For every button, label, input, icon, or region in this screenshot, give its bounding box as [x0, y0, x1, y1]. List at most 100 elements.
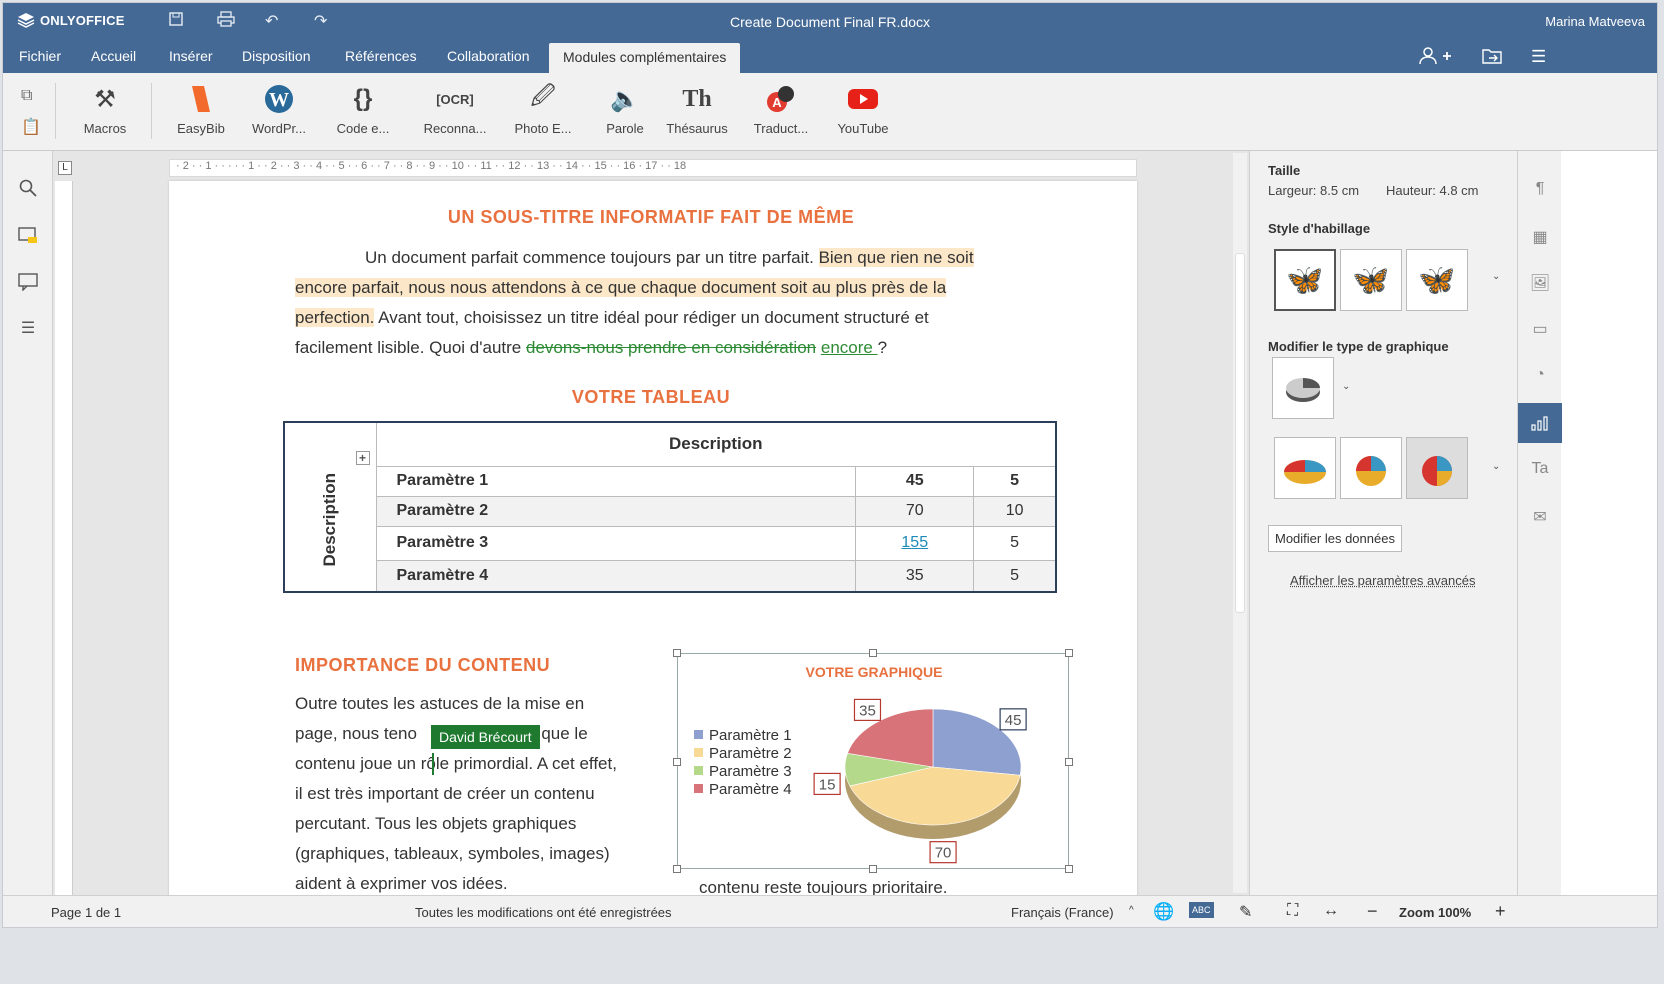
ocr-button[interactable]: [OCR] Reconna...	[415, 81, 495, 137]
advanced-settings-link[interactable]: Afficher les paramètres avancés	[1290, 573, 1475, 588]
page-counter[interactable]: Page 1 de 1	[51, 905, 121, 920]
photo-editor-button[interactable]: 🖉 Photo E...	[503, 81, 583, 137]
wordpress-button[interactable]: W WordPr...	[239, 81, 319, 136]
chevron-down-icon[interactable]: ⌄	[1492, 271, 1500, 282]
zoom-out-icon[interactable]: −	[1367, 901, 1378, 922]
globe-icon[interactable]: 🌐	[1153, 902, 1174, 922]
chart-object[interactable]: VOTRE GRAPHIQUE Paramètre 1 Paramètre 2 Pa…	[673, 649, 1073, 873]
table-cell[interactable]: Paramètre 2	[375, 495, 857, 527]
vertical-scrollbar[interactable]	[1233, 153, 1247, 893]
edit-data-button[interactable]: Modifier les données	[1268, 525, 1402, 552]
horizontal-ruler[interactable]: · 2 · · 1 · · · · · 1 · · 2 · · 3 · · 4 …	[169, 159, 1137, 177]
comments-icon[interactable]	[15, 223, 41, 249]
paste-icon[interactable]: 📋	[21, 117, 41, 137]
table-cell[interactable]: 70	[855, 495, 975, 527]
table-cell[interactable]: 10	[973, 495, 1057, 527]
copy-icon[interactable]: ⧉	[21, 87, 32, 105]
document-workspace[interactable]: L · 2 · · 1 · · · · · 1 · · 2 · · 3 · · …	[53, 151, 1249, 895]
toolbar-separator	[55, 83, 56, 139]
search-icon[interactable]	[15, 175, 41, 201]
table-cell[interactable]: Paramètre 1	[375, 465, 857, 497]
zoom-in-icon[interactable]: +	[1495, 901, 1506, 922]
tab-fichier[interactable]: Fichier	[5, 39, 75, 73]
thesaurus-button[interactable]: Th Thésaurus	[657, 81, 737, 137]
image-settings-icon[interactable]: 🖼	[1526, 269, 1554, 297]
resize-handle[interactable]	[1065, 758, 1073, 766]
easybib-button[interactable]: EasyBib	[161, 81, 241, 136]
chart-style-2[interactable]	[1340, 437, 1402, 499]
mail-merge-icon[interactable]: ✉	[1526, 503, 1554, 531]
chart-style-3[interactable]	[1406, 437, 1468, 499]
chat-icon[interactable]	[15, 269, 41, 295]
wrap-style-tight[interactable]: 🦋	[1340, 249, 1402, 311]
chart-settings-panel: Taille Largeur: 8.5 cm Hauteur: 4.8 cm S…	[1249, 151, 1517, 895]
table-settings-icon[interactable]: ▦	[1526, 223, 1554, 251]
header-footer-icon[interactable]: ▭	[1526, 315, 1554, 343]
add-user-icon[interactable]	[1419, 47, 1453, 70]
legend-swatch	[694, 784, 703, 793]
table-cell[interactable]: 5	[973, 465, 1057, 497]
inserted-text[interactable]: encore	[821, 338, 878, 357]
data-table[interactable]: + Description Description Paramètre 1 45…	[283, 421, 1057, 593]
table-cell[interactable]: Paramètre 4	[375, 559, 857, 593]
table-move-icon[interactable]: +	[355, 451, 370, 465]
shape-settings-icon[interactable]: ◔	[1526, 361, 1554, 389]
chevron-down-icon[interactable]: ⌄	[1492, 461, 1500, 472]
table-cell[interactable]: 5	[973, 559, 1057, 593]
hamburger-menu-icon[interactable]: ☰	[1531, 47, 1546, 67]
tab-stop-selector[interactable]: L	[58, 161, 72, 175]
wrap-style-through[interactable]: 🦋	[1406, 249, 1468, 311]
pie-chart[interactable]: VOTRE GRAPHIQUE Paramètre 1Paramètre 2Pa…	[678, 654, 1068, 868]
fit-width-icon[interactable]: ↔	[1323, 902, 1339, 920]
track-changes-icon[interactable]: ✎	[1239, 902, 1252, 922]
paragraph-settings-icon[interactable]: ¶	[1526, 175, 1554, 203]
tab-disposition[interactable]: Disposition	[228, 39, 324, 73]
scrollbar-thumb[interactable]	[1235, 253, 1245, 613]
macros-button[interactable]: ⚒ Macros	[65, 81, 145, 137]
chevron-down-icon[interactable]: ⌄	[1342, 381, 1350, 392]
chevron-up-icon[interactable]: ^	[1129, 905, 1134, 916]
table-row[interactable]: Paramètre 3 155 5	[284, 525, 1057, 561]
resize-handle[interactable]	[1065, 649, 1073, 657]
wrap-style-square[interactable]: 🦋	[1274, 249, 1336, 311]
youtube-button[interactable]: YouTube	[823, 81, 903, 136]
resize-handle[interactable]	[673, 758, 681, 766]
navigation-icon[interactable]: ☰	[15, 315, 41, 341]
table-cell[interactable]: 155	[855, 525, 975, 561]
content-line: percutant. Tous les objets graphiques	[295, 814, 577, 833]
tab-modules[interactable]: Modules complémentaires	[549, 43, 741, 73]
zoom-level[interactable]: Zoom 100%	[1399, 905, 1471, 920]
table-header[interactable]: Description	[375, 421, 1057, 467]
speech-button[interactable]: 🔈 Parole	[585, 81, 665, 137]
language-selector[interactable]: Français (France)	[1011, 905, 1114, 920]
deleted-text[interactable]: devons-nous prendre en considération	[526, 338, 816, 357]
open-location-icon[interactable]	[1481, 47, 1503, 70]
table-cell[interactable]: Paramètre 3	[375, 525, 857, 561]
tab-references[interactable]: Références	[331, 39, 431, 73]
table-cell[interactable]: 35	[855, 559, 975, 593]
chart-settings-icon[interactable]	[1518, 403, 1562, 443]
table-cell[interactable]: 5	[973, 525, 1057, 561]
user-name[interactable]: Marina Matveeva	[1545, 14, 1645, 29]
document-page[interactable]: UN SOUS-TITRE INFORMATIF FAIT DE MÊME Un…	[169, 181, 1137, 895]
resize-handle[interactable]	[673, 649, 681, 657]
table-row[interactable]: Paramètre 1 45 5	[284, 465, 1057, 497]
resize-handle[interactable]	[869, 865, 877, 873]
resize-handle[interactable]	[673, 865, 681, 873]
table-cell[interactable]: 45	[855, 465, 975, 497]
translator-button[interactable]: A Traduct...	[741, 81, 821, 136]
table-row[interactable]: Paramètre 4 35 5	[284, 559, 1057, 593]
tab-collaboration[interactable]: Collaboration	[433, 39, 544, 73]
resize-handle[interactable]	[1065, 865, 1073, 873]
text-art-icon[interactable]: Ta	[1526, 455, 1554, 483]
table-row[interactable]: Paramètre 2 70 10	[284, 495, 1057, 527]
tab-inserer[interactable]: Insérer	[155, 39, 227, 73]
resize-handle[interactable]	[869, 649, 877, 657]
spellcheck-icon[interactable]: ABC	[1189, 902, 1214, 918]
code-button[interactable]: {} Code e...	[323, 81, 403, 136]
chart-style-1[interactable]	[1274, 437, 1336, 499]
fit-page-icon[interactable]: ⛶	[1287, 902, 1298, 920]
table-side-header[interactable]: + Description	[283, 421, 377, 593]
tab-accueil[interactable]: Accueil	[77, 39, 150, 73]
chart-type-selector[interactable]	[1272, 357, 1334, 419]
